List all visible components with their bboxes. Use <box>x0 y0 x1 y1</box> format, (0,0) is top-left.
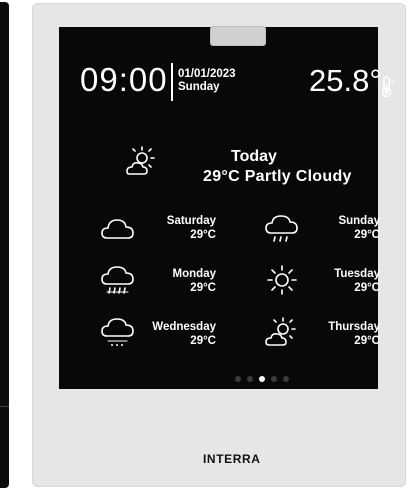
page-dot[interactable] <box>271 376 277 382</box>
clock-date: 01/01/2023 <box>178 68 236 80</box>
brand-logo: INTERRA <box>203 452 261 466</box>
date-block: 01/01/2023 Sunday <box>178 68 236 94</box>
wall-panel-device: 09:00 01/01/2023 Sunday 25.8° Today 29°C… <box>32 3 406 487</box>
clock-time: 09:00 <box>80 61 168 98</box>
date-divider <box>171 63 173 101</box>
adjacent-device-edge <box>0 2 9 488</box>
forecast-day: Tuesday <box>334 268 380 280</box>
forecast-temp: 29°C <box>354 335 380 347</box>
indoor-temperature: 25.8° <box>309 63 382 98</box>
clock-weekday: Sunday <box>178 81 220 93</box>
thermometer-icon <box>381 76 394 98</box>
partly-cloudy-icon <box>126 146 155 175</box>
forecast-day: Thursday <box>328 321 380 333</box>
forecast-temp: 29°C <box>190 335 216 347</box>
page-dot[interactable] <box>283 376 289 382</box>
touch-screen[interactable]: 09:00 01/01/2023 Sunday 25.8° Today 29°C… <box>59 27 394 389</box>
forecast-day: Wednesday <box>152 321 216 333</box>
forecast-temp: 29°C <box>190 229 216 241</box>
page-dot-active[interactable] <box>259 376 265 382</box>
page-dot[interactable] <box>235 376 241 382</box>
sensor-tab <box>210 26 266 46</box>
page-dot[interactable] <box>247 376 253 382</box>
today-description: 29°C Partly Cloudy <box>203 168 352 185</box>
today-title: Today <box>231 148 277 165</box>
forecast-temp: 29°C <box>354 282 380 294</box>
forecast-temp: 29°C <box>354 229 380 241</box>
forecast-day: Saturday <box>166 215 216 227</box>
forecast-temp: 29°C <box>190 282 216 294</box>
forecast-day: Monday <box>172 268 216 280</box>
forecast-day: Sunday <box>338 215 380 227</box>
page-indicator[interactable] <box>235 376 289 382</box>
